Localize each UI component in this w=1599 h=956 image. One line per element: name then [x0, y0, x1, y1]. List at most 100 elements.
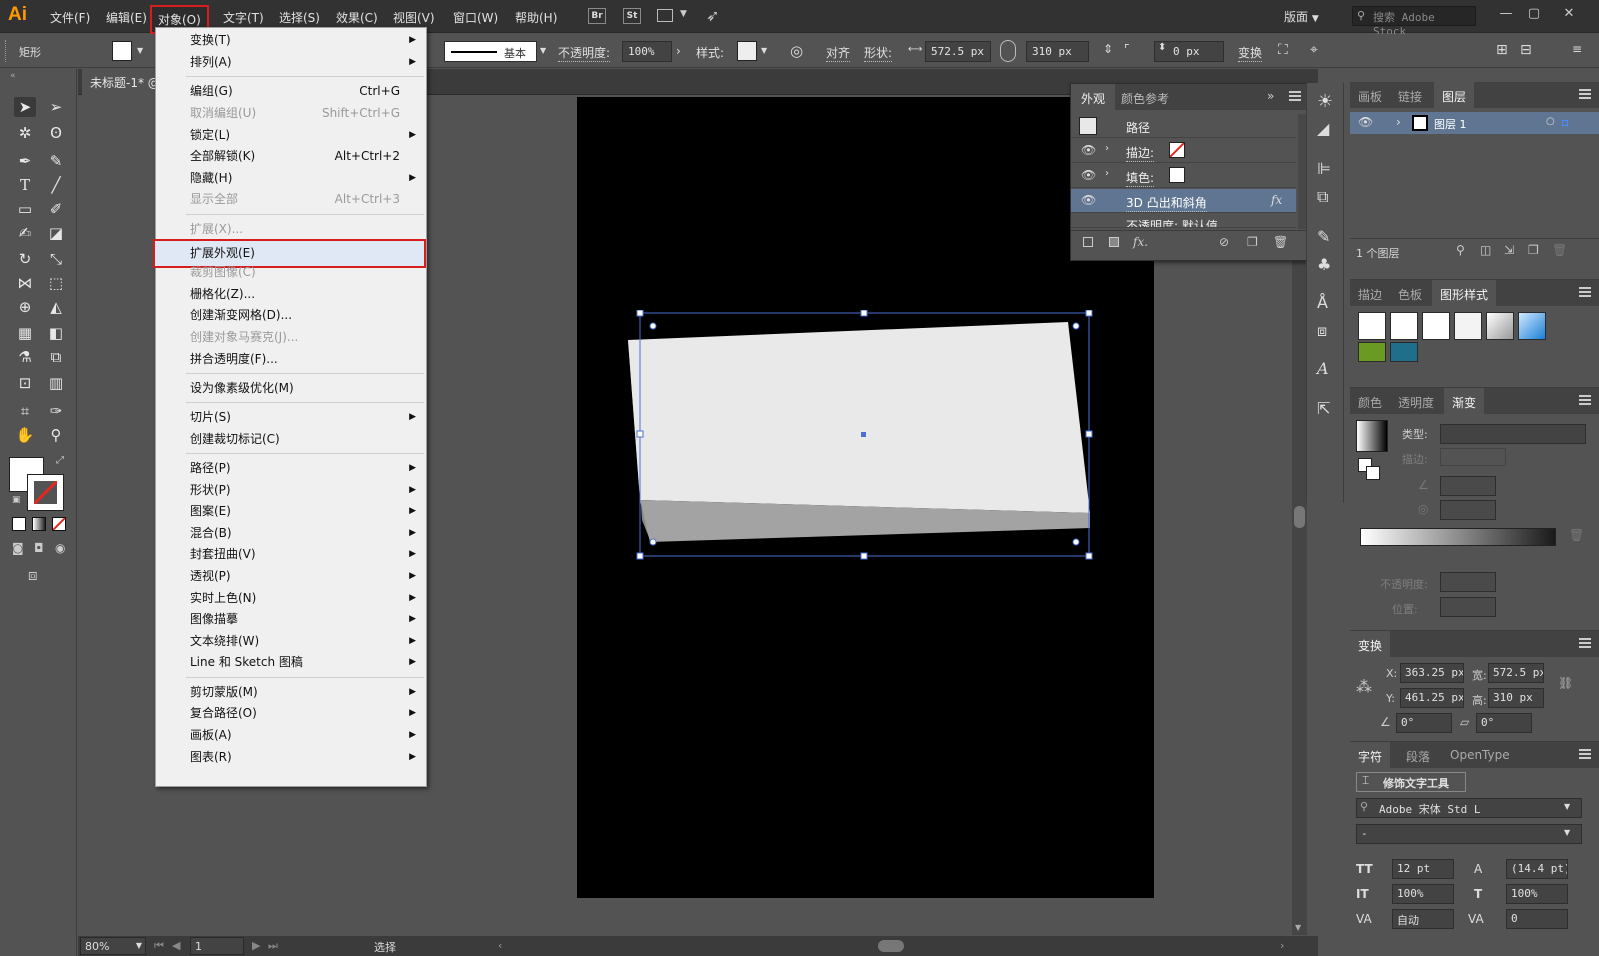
character-styles-icon[interactable]: Å — [1317, 293, 1328, 312]
graphic-style-none[interactable] — [1390, 312, 1418, 340]
corner-type-icon[interactable]: ⌜ — [1124, 42, 1130, 56]
clear-appearance-icon[interactable]: ⊘ — [1219, 235, 1229, 249]
shape-width-field[interactable]: 572.5 px — [925, 41, 991, 62]
eyedropper-tool-icon[interactable]: ⚗ — [14, 347, 36, 367]
draw-inside-icon[interactable]: ◉ — [55, 541, 65, 555]
add-effect-icon[interactable]: fx. — [1133, 235, 1148, 249]
arrange-documents-icon[interactable] — [657, 9, 673, 22]
transform-label[interactable]: 变换 — [1238, 44, 1263, 62]
paintbrush-tool-icon[interactable]: ✐ — [45, 199, 67, 219]
shear-angle-field[interactable]: 0° — [1476, 713, 1532, 733]
menu-select[interactable]: 选择(S) — [279, 9, 320, 26]
touch-type-tool-button[interactable]: 修饰文字工具 — [1356, 772, 1466, 792]
collapse-arrows-icon[interactable]: « — [10, 71, 16, 81]
menu-item-expand[interactable]: 扩展(X)... — [156, 218, 426, 240]
stroke-none-swatch[interactable] — [1169, 142, 1185, 158]
stock-search-input[interactable]: 搜索 Adobe Stock — [1352, 6, 1476, 38]
workspace-switcher[interactable]: 版面 ▼ — [1284, 8, 1319, 25]
chevron-down-icon[interactable]: ▼ — [137, 46, 143, 55]
tab-transform[interactable]: 变换 — [1350, 631, 1391, 657]
prev-artboard-icon[interactable]: ◀ — [172, 939, 180, 952]
stroke-mini-swatch[interactable] — [1366, 466, 1380, 480]
chevron-right-icon[interactable]: › — [1280, 939, 1284, 952]
paragraph-styles-icon[interactable]: ⧈ — [1317, 321, 1327, 341]
tab-character[interactable]: 字符 — [1350, 742, 1391, 768]
shaper-tool-icon[interactable]: ✍ — [14, 223, 36, 243]
blend-tool-icon[interactable]: ⧉ — [45, 347, 67, 367]
panel-menu-icon[interactable] — [1579, 395, 1591, 405]
graphic-style-default[interactable] — [1358, 312, 1386, 340]
tab-opentype[interactable]: OpenType — [1442, 742, 1518, 768]
scroll-thumb[interactable] — [1294, 506, 1305, 528]
shape-height-field[interactable]: 310 px — [1026, 41, 1089, 62]
menu-item-pattern[interactable]: 图案(E) ▶ — [156, 500, 426, 522]
appearance-opacity-row[interactable]: 不透明度: 默认值 — [1071, 214, 1296, 228]
tab-color-guide[interactable]: 颜色参考 — [1111, 84, 1179, 110]
scroll-down-icon[interactable]: ▼ — [1295, 923, 1301, 932]
new-sublayer-icon[interactable]: ⇲ — [1504, 243, 1514, 257]
layer-name[interactable]: 图层 1 — [1434, 116, 1467, 132]
draw-normal-icon[interactable]: ◙ — [12, 541, 24, 555]
menu-item-image-trace[interactable]: 图像描摹 ▶ — [156, 608, 426, 630]
vertical-scale-field[interactable]: 100% — [1392, 884, 1454, 904]
stroke-label[interactable]: 描边: — [1126, 144, 1155, 162]
menu-item-group[interactable]: 编组(G) Ctrl+G — [156, 80, 426, 102]
panel-menu-icon[interactable] — [1579, 638, 1591, 648]
tab-gradient[interactable]: 渐变 — [1444, 388, 1485, 414]
menu-item-graph[interactable]: 图表(R) ▶ — [156, 746, 426, 768]
menu-item-unlock-all[interactable]: 全部解锁(K) Alt+Ctrl+2 — [156, 145, 426, 167]
zoom-tool-icon[interactable]: ⚲ — [45, 425, 67, 445]
panel-menu-icon[interactable]: ≡ — [1572, 42, 1582, 56]
eye-icon[interactable]: 👁 — [1081, 168, 1096, 182]
graph-tool-icon[interactable]: ▥ — [45, 373, 67, 393]
collapse-icon[interactable]: » — [1267, 89, 1274, 103]
opacity-field[interactable]: 100% — [622, 41, 672, 62]
draw-behind-icon[interactable]: ◘ — [34, 541, 44, 555]
line-tool-icon[interactable]: ╱ — [45, 175, 67, 195]
y-field[interactable]: 461.25 px — [1400, 688, 1464, 708]
font-style-select[interactable]: - — [1356, 824, 1582, 844]
menu-item-flatten-transparency[interactable]: 拼合透明度(F)... — [156, 348, 426, 370]
fill-label[interactable]: 填色: — [1126, 169, 1155, 187]
opacity-default-label[interactable]: 不透明度: 默认值 — [1126, 217, 1218, 227]
gradient-tool-icon[interactable]: ◧ — [45, 323, 67, 343]
stock-button[interactable]: St — [623, 8, 641, 24]
appearance-stroke-row[interactable]: 👁 › 描边: — [1071, 139, 1296, 163]
menu-item-pixel-optimize[interactable]: 设为像素级优化(M) — [156, 377, 426, 399]
next-artboard-icon[interactable]: ▶ — [252, 939, 260, 952]
menu-item-gradient-mesh[interactable]: 创建渐变网格(D)... — [156, 304, 426, 326]
recolor-artwork-icon[interactable]: ◎ — [790, 42, 803, 60]
duplicate-item-icon[interactable]: ❐ — [1247, 235, 1258, 249]
x-field[interactable]: 363.25 px — [1400, 663, 1464, 683]
asset-export-icon[interactable]: ⇱ — [1317, 399, 1330, 418]
tab-transparency[interactable]: 透明度 — [1390, 388, 1442, 414]
menu-view[interactable]: 视图(V) — [393, 9, 435, 26]
graphic-style-teal[interactable] — [1390, 342, 1418, 362]
new-layer-icon[interactable]: ❐ — [1528, 243, 1539, 257]
eye-icon[interactable]: 👁 — [1081, 143, 1096, 157]
maximize-button[interactable]: ▢ — [1523, 6, 1545, 24]
mesh-tool-icon[interactable]: ▦ — [14, 323, 36, 343]
pen-tool-icon[interactable]: ✒ — [14, 151, 36, 171]
chevron-down-icon[interactable]: ▼ — [1564, 802, 1570, 811]
width-field[interactable]: 572.5 px — [1488, 663, 1544, 683]
menu-item-clipping-mask[interactable]: 剪切蒙版(M) ▶ — [156, 681, 426, 703]
gradient-mode-icon[interactable] — [32, 517, 46, 531]
free-transform-tool-icon[interactable]: ⬚ — [45, 273, 67, 293]
menu-item-trim-marks[interactable]: 创建裁切标记(C) — [156, 428, 426, 450]
menu-item-crop-image[interactable]: 裁剪图像(C) — [156, 261, 426, 283]
color-mode-icon[interactable] — [12, 517, 26, 531]
graphic-style-blue[interactable] — [1518, 312, 1546, 340]
add-fill-icon[interactable] — [1109, 237, 1119, 247]
align-label[interactable]: 对齐 — [826, 44, 851, 62]
grip-handle[interactable] — [5, 40, 8, 62]
stepper-icon[interactable]: ⬍ — [1158, 42, 1166, 53]
zoom-select[interactable]: 80% ▼ — [80, 937, 146, 955]
graphic-style-swatch[interactable] — [737, 41, 757, 61]
rectangle-tool-icon[interactable]: ▭ — [14, 199, 36, 219]
close-button[interactable]: ✕ — [1558, 6, 1580, 24]
stroke-profile-select[interactable]: 基本 — [444, 41, 537, 62]
align-panel-icon[interactable]: ⊫ — [1317, 159, 1331, 178]
brushes-panel-icon[interactable]: ✎ — [1317, 227, 1330, 246]
graphic-style-panel-icon[interactable]: ◢ — [1317, 119, 1329, 138]
